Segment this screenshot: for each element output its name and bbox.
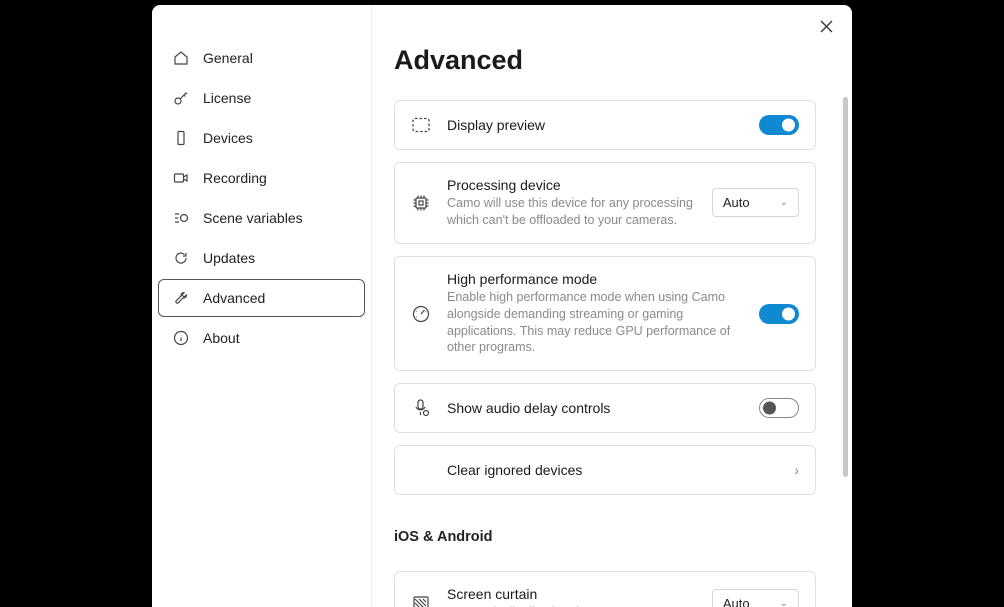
sidebar: General License Devices Recording Scene …: [152, 5, 372, 607]
phone-icon: [173, 130, 189, 146]
chevron-right-icon: ›: [794, 462, 799, 478]
refresh-icon: [173, 250, 189, 266]
setting-processing-device: Processing device Camo will use this dev…: [394, 162, 816, 244]
sidebar-item-label: Scene variables: [203, 210, 303, 226]
sidebar-item-label: License: [203, 90, 251, 106]
sidebar-item-devices[interactable]: Devices: [158, 119, 365, 157]
screen-curtain-select[interactable]: Auto ⌄: [712, 589, 799, 607]
main-content: Advanced Display preview Processing d: [372, 5, 852, 607]
info-icon: [173, 330, 189, 346]
sidebar-item-label: About: [203, 330, 240, 346]
section-header-mobile: iOS & Android: [394, 529, 816, 545]
high-performance-toggle[interactable]: [759, 304, 799, 324]
settings-dialog: General License Devices Recording Scene …: [152, 5, 852, 607]
setting-title: Display preview: [447, 117, 743, 133]
sidebar-item-label: Updates: [203, 250, 255, 266]
gauge-icon: [411, 304, 431, 324]
chevron-down-icon: ⌄: [780, 598, 788, 607]
settings-list: Display preview Processing device Camo w…: [394, 100, 828, 607]
screen-curtain-icon: [411, 594, 431, 607]
scrollbar[interactable]: [843, 97, 848, 477]
toggle-knob: [763, 402, 776, 415]
processing-device-select[interactable]: Auto ⌄: [712, 188, 799, 217]
home-icon: [173, 50, 189, 66]
sidebar-item-label: Advanced: [203, 290, 265, 306]
display-preview-icon: [411, 115, 431, 135]
setting-title: High performance mode: [447, 271, 743, 287]
toggle-knob: [782, 307, 795, 320]
select-value: Auto: [723, 195, 750, 210]
sidebar-item-label: General: [203, 50, 253, 66]
sidebar-item-updates[interactable]: Updates: [158, 239, 365, 277]
variables-icon: [173, 210, 189, 226]
key-icon: [173, 90, 189, 106]
setting-high-performance: High performance mode Enable high perfor…: [394, 256, 816, 372]
setting-title: Clear ignored devices: [447, 462, 778, 478]
mic-settings-icon: [411, 398, 431, 418]
display-preview-toggle[interactable]: [759, 115, 799, 135]
setting-title: Show audio delay controls: [447, 400, 743, 416]
audio-delay-toggle[interactable]: [759, 398, 799, 418]
sidebar-item-general[interactable]: General: [158, 39, 365, 77]
chevron-down-icon: ⌄: [780, 197, 788, 208]
setting-screen-curtain: Screen curtain Automatically dim the pho…: [394, 571, 816, 607]
setting-desc: Enable high performance mode when using …: [447, 289, 743, 357]
setting-display-preview: Display preview: [394, 100, 816, 150]
setting-title: Processing device: [447, 177, 696, 193]
sidebar-item-recording[interactable]: Recording: [158, 159, 365, 197]
select-value: Auto: [723, 596, 750, 607]
toggle-knob: [782, 119, 795, 132]
cpu-icon: [411, 193, 431, 213]
sidebar-item-license[interactable]: License: [158, 79, 365, 117]
setting-title: Screen curtain: [447, 586, 696, 602]
setting-clear-ignored-devices[interactable]: Clear ignored devices ›: [394, 445, 816, 495]
sidebar-item-scene-variables[interactable]: Scene variables: [158, 199, 365, 237]
sidebar-item-label: Recording: [203, 170, 267, 186]
setting-audio-delay: Show audio delay controls: [394, 383, 816, 433]
sidebar-item-label: Devices: [203, 130, 253, 146]
sidebar-item-advanced[interactable]: Advanced: [158, 279, 365, 317]
sidebar-item-about[interactable]: About: [158, 319, 365, 357]
setting-desc: Camo will use this device for any proces…: [447, 195, 696, 229]
camera-icon: [173, 170, 189, 186]
page-title: Advanced: [394, 45, 828, 76]
wrench-icon: [173, 290, 189, 306]
